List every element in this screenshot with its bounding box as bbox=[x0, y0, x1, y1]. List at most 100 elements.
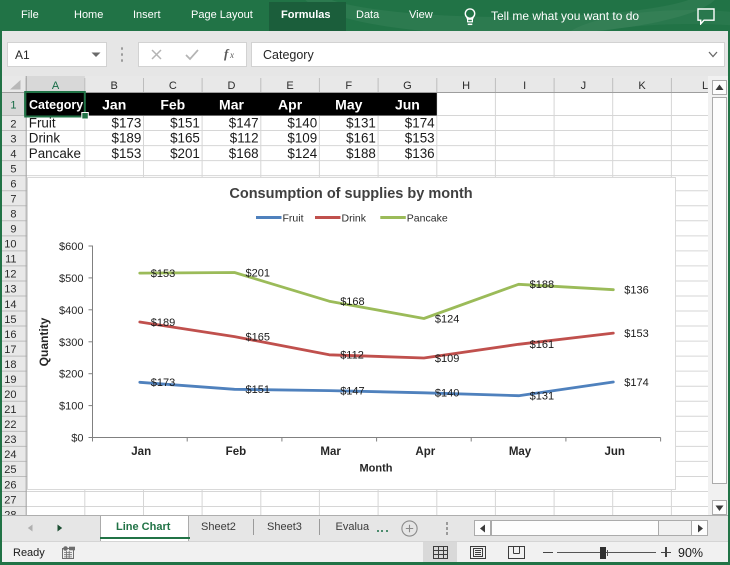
svg-text:$161: $161 bbox=[346, 131, 376, 146]
svg-text:I: I bbox=[523, 80, 526, 92]
svg-text:$188: $188 bbox=[346, 146, 376, 161]
svg-text:Jun: Jun bbox=[395, 97, 420, 113]
svg-text:$200: $200 bbox=[59, 369, 83, 381]
svg-text:$124: $124 bbox=[287, 146, 317, 161]
svg-text:Mar: Mar bbox=[320, 446, 341, 458]
svg-text:23: 23 bbox=[4, 434, 16, 446]
svg-text:Feb: Feb bbox=[160, 97, 185, 113]
svg-text:Jan: Jan bbox=[102, 97, 126, 113]
svg-text:$173: $173 bbox=[112, 116, 142, 131]
svg-text:$153: $153 bbox=[151, 268, 175, 280]
svg-text:12: 12 bbox=[4, 269, 16, 281]
svg-text:G: G bbox=[403, 80, 412, 92]
svg-text:10: 10 bbox=[4, 239, 16, 251]
svg-text:Drink: Drink bbox=[29, 131, 61, 146]
svg-text:A: A bbox=[52, 80, 60, 92]
svg-text:$153: $153 bbox=[624, 328, 648, 340]
svg-text:$109: $109 bbox=[435, 353, 459, 365]
svg-text:$174: $174 bbox=[624, 377, 648, 389]
svg-text:$168: $168 bbox=[229, 146, 259, 161]
svg-text:$109: $109 bbox=[287, 131, 317, 146]
svg-text:Category: Category bbox=[29, 98, 83, 112]
svg-text:$165: $165 bbox=[246, 331, 270, 343]
svg-text:$153: $153 bbox=[405, 131, 435, 146]
svg-text:May: May bbox=[335, 97, 362, 113]
svg-text:6: 6 bbox=[10, 179, 16, 191]
svg-text:$168: $168 bbox=[340, 296, 364, 308]
svg-text:$151: $151 bbox=[246, 384, 270, 396]
svg-text:8: 8 bbox=[10, 209, 16, 221]
svg-text:21: 21 bbox=[4, 404, 16, 416]
svg-text:14: 14 bbox=[4, 299, 16, 311]
svg-text:Apr: Apr bbox=[278, 97, 303, 113]
svg-text:Apr: Apr bbox=[415, 446, 435, 458]
svg-text:Mar: Mar bbox=[219, 97, 244, 113]
svg-text:$600: $600 bbox=[59, 241, 83, 253]
svg-text:Feb: Feb bbox=[226, 446, 246, 458]
svg-text:19: 19 bbox=[4, 374, 16, 386]
svg-text:27: 27 bbox=[4, 494, 16, 506]
svg-text:Quantity: Quantity bbox=[37, 317, 51, 366]
svg-text:$112: $112 bbox=[230, 131, 259, 146]
svg-text:$124: $124 bbox=[435, 313, 459, 325]
svg-text:18: 18 bbox=[4, 359, 16, 371]
svg-text:$140: $140 bbox=[287, 116, 317, 131]
svg-text:$500: $500 bbox=[59, 273, 83, 285]
svg-text:Fruit: Fruit bbox=[29, 116, 56, 131]
svg-text:3: 3 bbox=[10, 133, 16, 145]
svg-text:$151: $151 bbox=[170, 116, 200, 131]
svg-text:13: 13 bbox=[4, 284, 16, 296]
svg-text:Pancake: Pancake bbox=[407, 212, 448, 224]
svg-text:$131: $131 bbox=[530, 391, 554, 403]
svg-text:11: 11 bbox=[5, 254, 16, 266]
svg-text:Drink: Drink bbox=[342, 212, 367, 224]
svg-text:22: 22 bbox=[4, 419, 16, 431]
svg-text:$147: $147 bbox=[229, 116, 259, 131]
svg-text:$0: $0 bbox=[71, 433, 83, 445]
svg-text:$400: $400 bbox=[59, 305, 83, 317]
svg-text:$189: $189 bbox=[151, 317, 175, 329]
svg-text:$161: $161 bbox=[530, 339, 554, 351]
svg-text:4: 4 bbox=[10, 148, 16, 160]
svg-text:Fruit: Fruit bbox=[283, 212, 304, 224]
svg-text:D: D bbox=[228, 80, 236, 92]
svg-text:$201: $201 bbox=[246, 267, 270, 279]
svg-text:16: 16 bbox=[4, 329, 16, 341]
svg-text:5: 5 bbox=[10, 163, 16, 175]
svg-text:Jan: Jan bbox=[131, 446, 151, 458]
svg-text:$188: $188 bbox=[530, 279, 554, 291]
svg-text:K: K bbox=[638, 80, 646, 92]
svg-text:H: H bbox=[462, 80, 470, 92]
svg-text:15: 15 bbox=[4, 314, 16, 326]
svg-text:$153: $153 bbox=[112, 146, 142, 161]
svg-text:24: 24 bbox=[4, 449, 16, 461]
svg-text:$136: $136 bbox=[624, 285, 648, 297]
svg-text:Consumption of supplies by mon: Consumption of supplies by month bbox=[229, 186, 472, 202]
svg-text:7: 7 bbox=[10, 194, 16, 206]
svg-text:B: B bbox=[111, 80, 118, 92]
svg-text:$131: $131 bbox=[346, 116, 376, 131]
svg-text:$136: $136 bbox=[405, 146, 435, 161]
svg-text:$174: $174 bbox=[405, 116, 435, 131]
svg-text:F: F bbox=[345, 80, 352, 92]
svg-text:9: 9 bbox=[10, 224, 16, 236]
svg-text:$189: $189 bbox=[112, 131, 142, 146]
svg-text:26: 26 bbox=[4, 479, 16, 491]
svg-text:20: 20 bbox=[4, 389, 16, 401]
svg-text:$173: $173 bbox=[151, 377, 175, 389]
svg-text:$100: $100 bbox=[59, 401, 83, 413]
svg-text:$165: $165 bbox=[170, 131, 200, 146]
svg-text:$201: $201 bbox=[170, 146, 200, 161]
svg-text:$300: $300 bbox=[59, 337, 83, 349]
svg-text:2: 2 bbox=[10, 118, 16, 130]
svg-text:May: May bbox=[509, 446, 532, 458]
svg-text:1: 1 bbox=[10, 100, 16, 112]
svg-text:E: E bbox=[286, 80, 293, 92]
svg-text:17: 17 bbox=[4, 344, 16, 356]
svg-text:Pancake: Pancake bbox=[29, 146, 81, 161]
svg-text:25: 25 bbox=[4, 464, 16, 476]
svg-text:Jun: Jun bbox=[604, 446, 624, 458]
svg-text:$147: $147 bbox=[340, 385, 364, 397]
svg-text:J: J bbox=[581, 80, 587, 92]
svg-text:$140: $140 bbox=[435, 388, 459, 400]
